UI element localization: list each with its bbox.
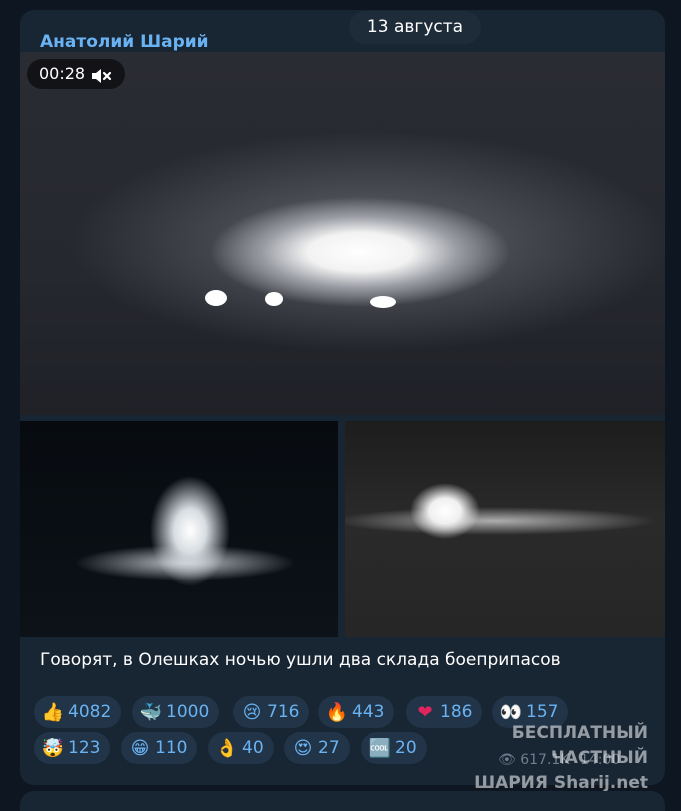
reaction-ok-hand[interactable]: 👌 40 <box>208 732 274 764</box>
reaction-thumbs-up[interactable]: 👍 4082 <box>34 696 122 728</box>
red-heart-icon: ❤ <box>417 701 433 723</box>
heart-eyes-icon: 😍 <box>293 737 313 759</box>
video-duration: 00:28 <box>39 64 86 83</box>
explosion-flash <box>370 296 396 308</box>
cool-button-icon: 🆒 <box>368 737 392 759</box>
reaction-count: 443 <box>352 702 385 722</box>
reaction-count: 1000 <box>166 702 210 722</box>
reaction-count: 110 <box>155 738 188 758</box>
watermark-line: БЕСПЛАТНЫЙ ЧАСТНЫЙ <box>511 723 648 768</box>
reaction-cool-button[interactable]: 🆒 20 <box>361 732 427 764</box>
date-separator: 13 августа <box>349 11 481 44</box>
reaction-fire[interactable]: 🔥 443 <box>318 696 395 728</box>
photo-thumbnail[interactable] <box>345 421 665 637</box>
crying-face-icon: 😢 <box>242 701 262 723</box>
eyes-icon: 👀 <box>499 701 523 723</box>
message-bubble: Анатолий Шарий 00:28 Говорят, в Олешках … <box>20 10 665 785</box>
exploding-head-icon: 🤯 <box>41 737 65 759</box>
explosion-flash <box>205 290 227 306</box>
video-thumbnail[interactable]: 00:28 <box>20 52 665 415</box>
reaction-count: 40 <box>242 738 264 758</box>
whale-icon: 🐳 <box>139 701 163 723</box>
reaction-count: 123 <box>68 738 101 758</box>
reaction-count: 20 <box>395 738 417 758</box>
photo-thumbnail[interactable] <box>20 421 338 637</box>
reaction-grinning-face[interactable]: 😁 110 <box>121 732 198 764</box>
reaction-whale[interactable]: 🐳 1000 <box>132 696 220 728</box>
reaction-crying-face[interactable]: 😢 716 <box>233 696 310 728</box>
message-caption: Говорят, в Олешках ночью ушли два склада… <box>40 650 561 670</box>
channel-author[interactable]: Анатолий Шарий <box>40 32 209 52</box>
reaction-heart-eyes[interactable]: 😍 27 <box>284 732 350 764</box>
grinning-face-icon: 😁 <box>130 737 150 759</box>
reaction-count: 157 <box>526 702 559 722</box>
reaction-count: 27 <box>318 738 340 758</box>
next-message-bubble <box>20 791 665 811</box>
ok-hand-icon: 👌 <box>215 737 239 759</box>
muted-speaker-icon[interactable] <box>91 65 113 83</box>
reaction-exploding-head[interactable]: 🤯 123 <box>34 732 111 764</box>
reaction-count: 186 <box>440 702 473 722</box>
thumbs-up-icon: 👍 <box>41 701 65 723</box>
fire-icon: 🔥 <box>325 701 349 723</box>
video-duration-badge[interactable]: 00:28 <box>27 59 126 89</box>
reaction-count: 4082 <box>68 702 112 722</box>
explosion-flash <box>265 292 283 306</box>
watermark: БЕСПЛАТНЫЙ ЧАСТНЫЙ ШАРИЯ Sharij.net <box>418 721 648 796</box>
reaction-count: 716 <box>267 702 300 722</box>
